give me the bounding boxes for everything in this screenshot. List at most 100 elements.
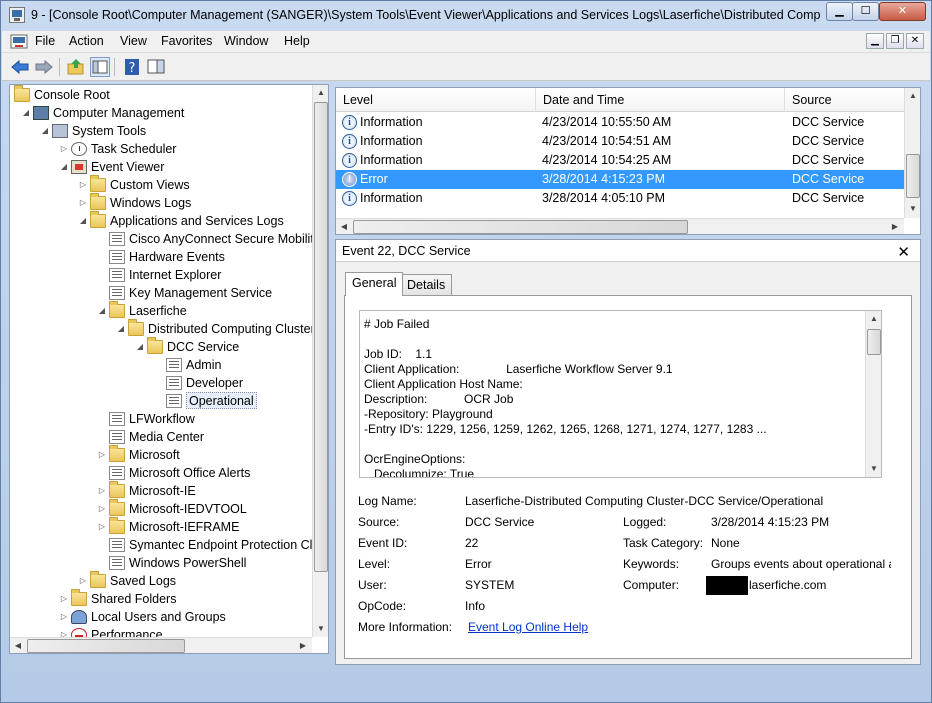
close-detail-icon[interactable]: ✕ [897, 242, 910, 264]
tree-item[interactable]: ◢ Applications and Services Logs [10, 211, 310, 230]
tree-item[interactable]: ◢ Distributed Computing Cluster [10, 319, 315, 338]
expanded-triangle-icon[interactable]: ◢ [40, 122, 50, 140]
scroll-down-arrow-icon[interactable]: ▼ [313, 621, 328, 637]
menu-action[interactable]: Action [69, 34, 104, 48]
collapsed-triangle-icon[interactable]: ▷ [97, 500, 107, 518]
tree-item[interactable]: Hardware Events [10, 248, 310, 266]
show-hide-action-pane-icon[interactable] [146, 57, 166, 77]
scroll-down-arrow-icon[interactable]: ▼ [866, 461, 881, 477]
event-row[interactable]: i Information 3/28/2014 4:05:10 PM DCC Serv… [336, 189, 904, 208]
tree-item[interactable]: ▷ Windows Logs [10, 193, 310, 212]
event-description-box[interactable]: # Job Failed Job ID: 1.1 Client Applicatio… [359, 310, 882, 478]
scroll-up-arrow-icon[interactable]: ▲ [313, 85, 328, 101]
tree-item[interactable]: ▷ Task Scheduler [10, 140, 310, 158]
column-header-date-time[interactable]: Date and Time [536, 88, 785, 112]
expanded-triangle-icon[interactable]: ◢ [59, 158, 69, 176]
event-list-vertical-scrollbar[interactable]: ▲ ▼ [904, 88, 920, 218]
mmc-document-icon[interactable] [10, 34, 28, 50]
show-hide-console-tree-icon[interactable] [90, 57, 110, 77]
title-bar[interactable]: 9 - [Console Root\Computer Management (S… [1, 1, 931, 31]
tab-details[interactable]: Details [400, 274, 453, 296]
help-icon[interactable]: ? [122, 57, 142, 77]
collapsed-triangle-icon[interactable]: ▷ [78, 176, 88, 194]
scroll-up-arrow-icon[interactable]: ▲ [866, 311, 881, 327]
tree-horizontal-scrollbar[interactable]: ◀ ▶ [10, 637, 312, 653]
tree-item[interactable]: ▷ Local Users and Groups [10, 608, 310, 626]
tree-item[interactable]: Key Management Service [10, 284, 310, 302]
tree-item[interactable]: ▷ Microsoft-IEDVTOOL [10, 499, 310, 518]
tree-item[interactable]: ◢ Laserfiche [10, 301, 310, 320]
collapsed-triangle-icon[interactable]: ▷ [59, 590, 69, 608]
tree-item[interactable]: ▷ Saved Logs [10, 571, 310, 590]
tree-item[interactable]: ▷ Microsoft-IE [10, 481, 310, 500]
tree-item[interactable]: ◢ Event Viewer [10, 158, 310, 176]
scroll-left-arrow-icon[interactable]: ◀ [10, 638, 26, 653]
tree-item[interactable]: Internet Explorer [10, 266, 310, 284]
expanded-triangle-icon[interactable]: ◢ [116, 320, 126, 338]
scroll-right-arrow-icon[interactable]: ▶ [887, 219, 903, 234]
tree-vertical-scrollbar[interactable]: ▲ ▼ [312, 85, 328, 637]
menu-favorites[interactable]: Favorites [161, 34, 212, 48]
event-list[interactable]: Level Date and Time Source i Information 4… [335, 87, 921, 235]
tree-item[interactable]: Microsoft Office Alerts [10, 464, 310, 482]
collapsed-triangle-icon[interactable]: ▷ [97, 518, 107, 536]
description-vscroll-thumb[interactable] [867, 329, 881, 355]
computer-management-app-icon[interactable] [9, 7, 25, 23]
maximize-button[interactable]: ☐ [852, 2, 879, 21]
tree-item[interactable]: Admin [10, 356, 310, 374]
expanded-triangle-icon[interactable]: ◢ [97, 302, 107, 320]
tree-item[interactable]: ◢ System Tools [10, 122, 310, 140]
expanded-triangle-icon[interactable]: ◢ [21, 104, 31, 122]
event-log-online-help-link[interactable]: Event Log Online Help [468, 620, 588, 634]
menu-help[interactable]: Help [284, 34, 310, 48]
expanded-triangle-icon[interactable]: ◢ [78, 212, 88, 230]
event-row[interactable]: ! Error 3/28/2014 4:15:23 PM DCC Service [336, 170, 904, 189]
scroll-right-arrow-icon[interactable]: ▶ [295, 638, 311, 653]
event-list-hscroll-thumb[interactable] [353, 220, 688, 234]
collapsed-triangle-icon[interactable]: ▷ [97, 482, 107, 500]
event-list-horizontal-scrollbar[interactable]: ◀ ▶ [336, 218, 904, 234]
tree-item[interactable]: Operational [10, 392, 310, 410]
scroll-up-arrow-icon[interactable]: ▲ [905, 88, 920, 104]
tree-hscroll-thumb[interactable] [27, 639, 185, 653]
tree-item[interactable]: ▷ Shared Folders [10, 589, 310, 608]
up-one-level-icon[interactable] [66, 57, 86, 77]
collapsed-triangle-icon[interactable]: ▷ [78, 572, 88, 590]
mdi-restore-button[interactable]: ❐ [886, 33, 904, 49]
back-arrow-icon[interactable] [10, 57, 30, 77]
tree-item[interactable]: ▷ Microsoft [10, 445, 310, 464]
column-header-source[interactable]: Source [785, 88, 905, 112]
tree-item[interactable]: Media Center [10, 428, 310, 446]
collapsed-triangle-icon[interactable]: ▷ [97, 446, 107, 464]
event-row[interactable]: i Information 4/23/2014 10:54:51 AM DCC Ser… [336, 132, 904, 151]
description-vertical-scrollbar[interactable]: ▲ ▼ [865, 311, 881, 477]
event-row[interactable]: i Information 4/23/2014 10:54:25 AM DCC Ser… [336, 151, 904, 170]
tree-item[interactable]: ◢ Computer Management [10, 104, 310, 122]
menu-view[interactable]: View [120, 34, 147, 48]
tree-item[interactable]: ▷ Microsoft-IEFRAME [10, 517, 310, 536]
scroll-left-arrow-icon[interactable]: ◀ [336, 219, 352, 234]
tree-item[interactable]: ▷ Custom Views [10, 175, 310, 194]
tab-general[interactable]: General [345, 272, 404, 296]
tree-item[interactable]: Windows PowerShell [10, 554, 310, 572]
minimize-button[interactable]: ▁ [826, 2, 853, 21]
event-row[interactable]: i Information 4/23/2014 10:55:50 AM DCC Ser… [336, 113, 904, 132]
scroll-down-arrow-icon[interactable]: ▼ [905, 201, 920, 217]
close-button[interactable]: ✕ [879, 2, 926, 21]
tree-item[interactable]: Console Root [10, 85, 310, 104]
column-header-level[interactable]: Level [336, 88, 536, 112]
tree-item[interactable]: Cisco AnyConnect Secure Mobility [10, 230, 320, 248]
tree-item[interactable]: Developer [10, 374, 310, 392]
collapsed-triangle-icon[interactable]: ▷ [78, 194, 88, 212]
mdi-minimize-button[interactable]: ▁ [866, 33, 884, 49]
expanded-triangle-icon[interactable]: ◢ [135, 338, 145, 356]
event-list-vscroll-thumb[interactable] [906, 154, 920, 198]
console-tree[interactable]: Console Root ◢ Computer Management ◢ System … [9, 84, 329, 654]
tree-item[interactable]: LFWorkflow [10, 410, 310, 428]
tree-item[interactable]: Symantec Endpoint Protection Cli [10, 536, 315, 554]
menu-window[interactable]: Window [224, 34, 268, 48]
collapsed-triangle-icon[interactable]: ▷ [59, 608, 69, 626]
forward-arrow-icon[interactable] [34, 57, 54, 77]
tree-vscroll-thumb[interactable] [314, 102, 328, 572]
tree-item[interactable]: ◢ DCC Service [10, 337, 310, 356]
